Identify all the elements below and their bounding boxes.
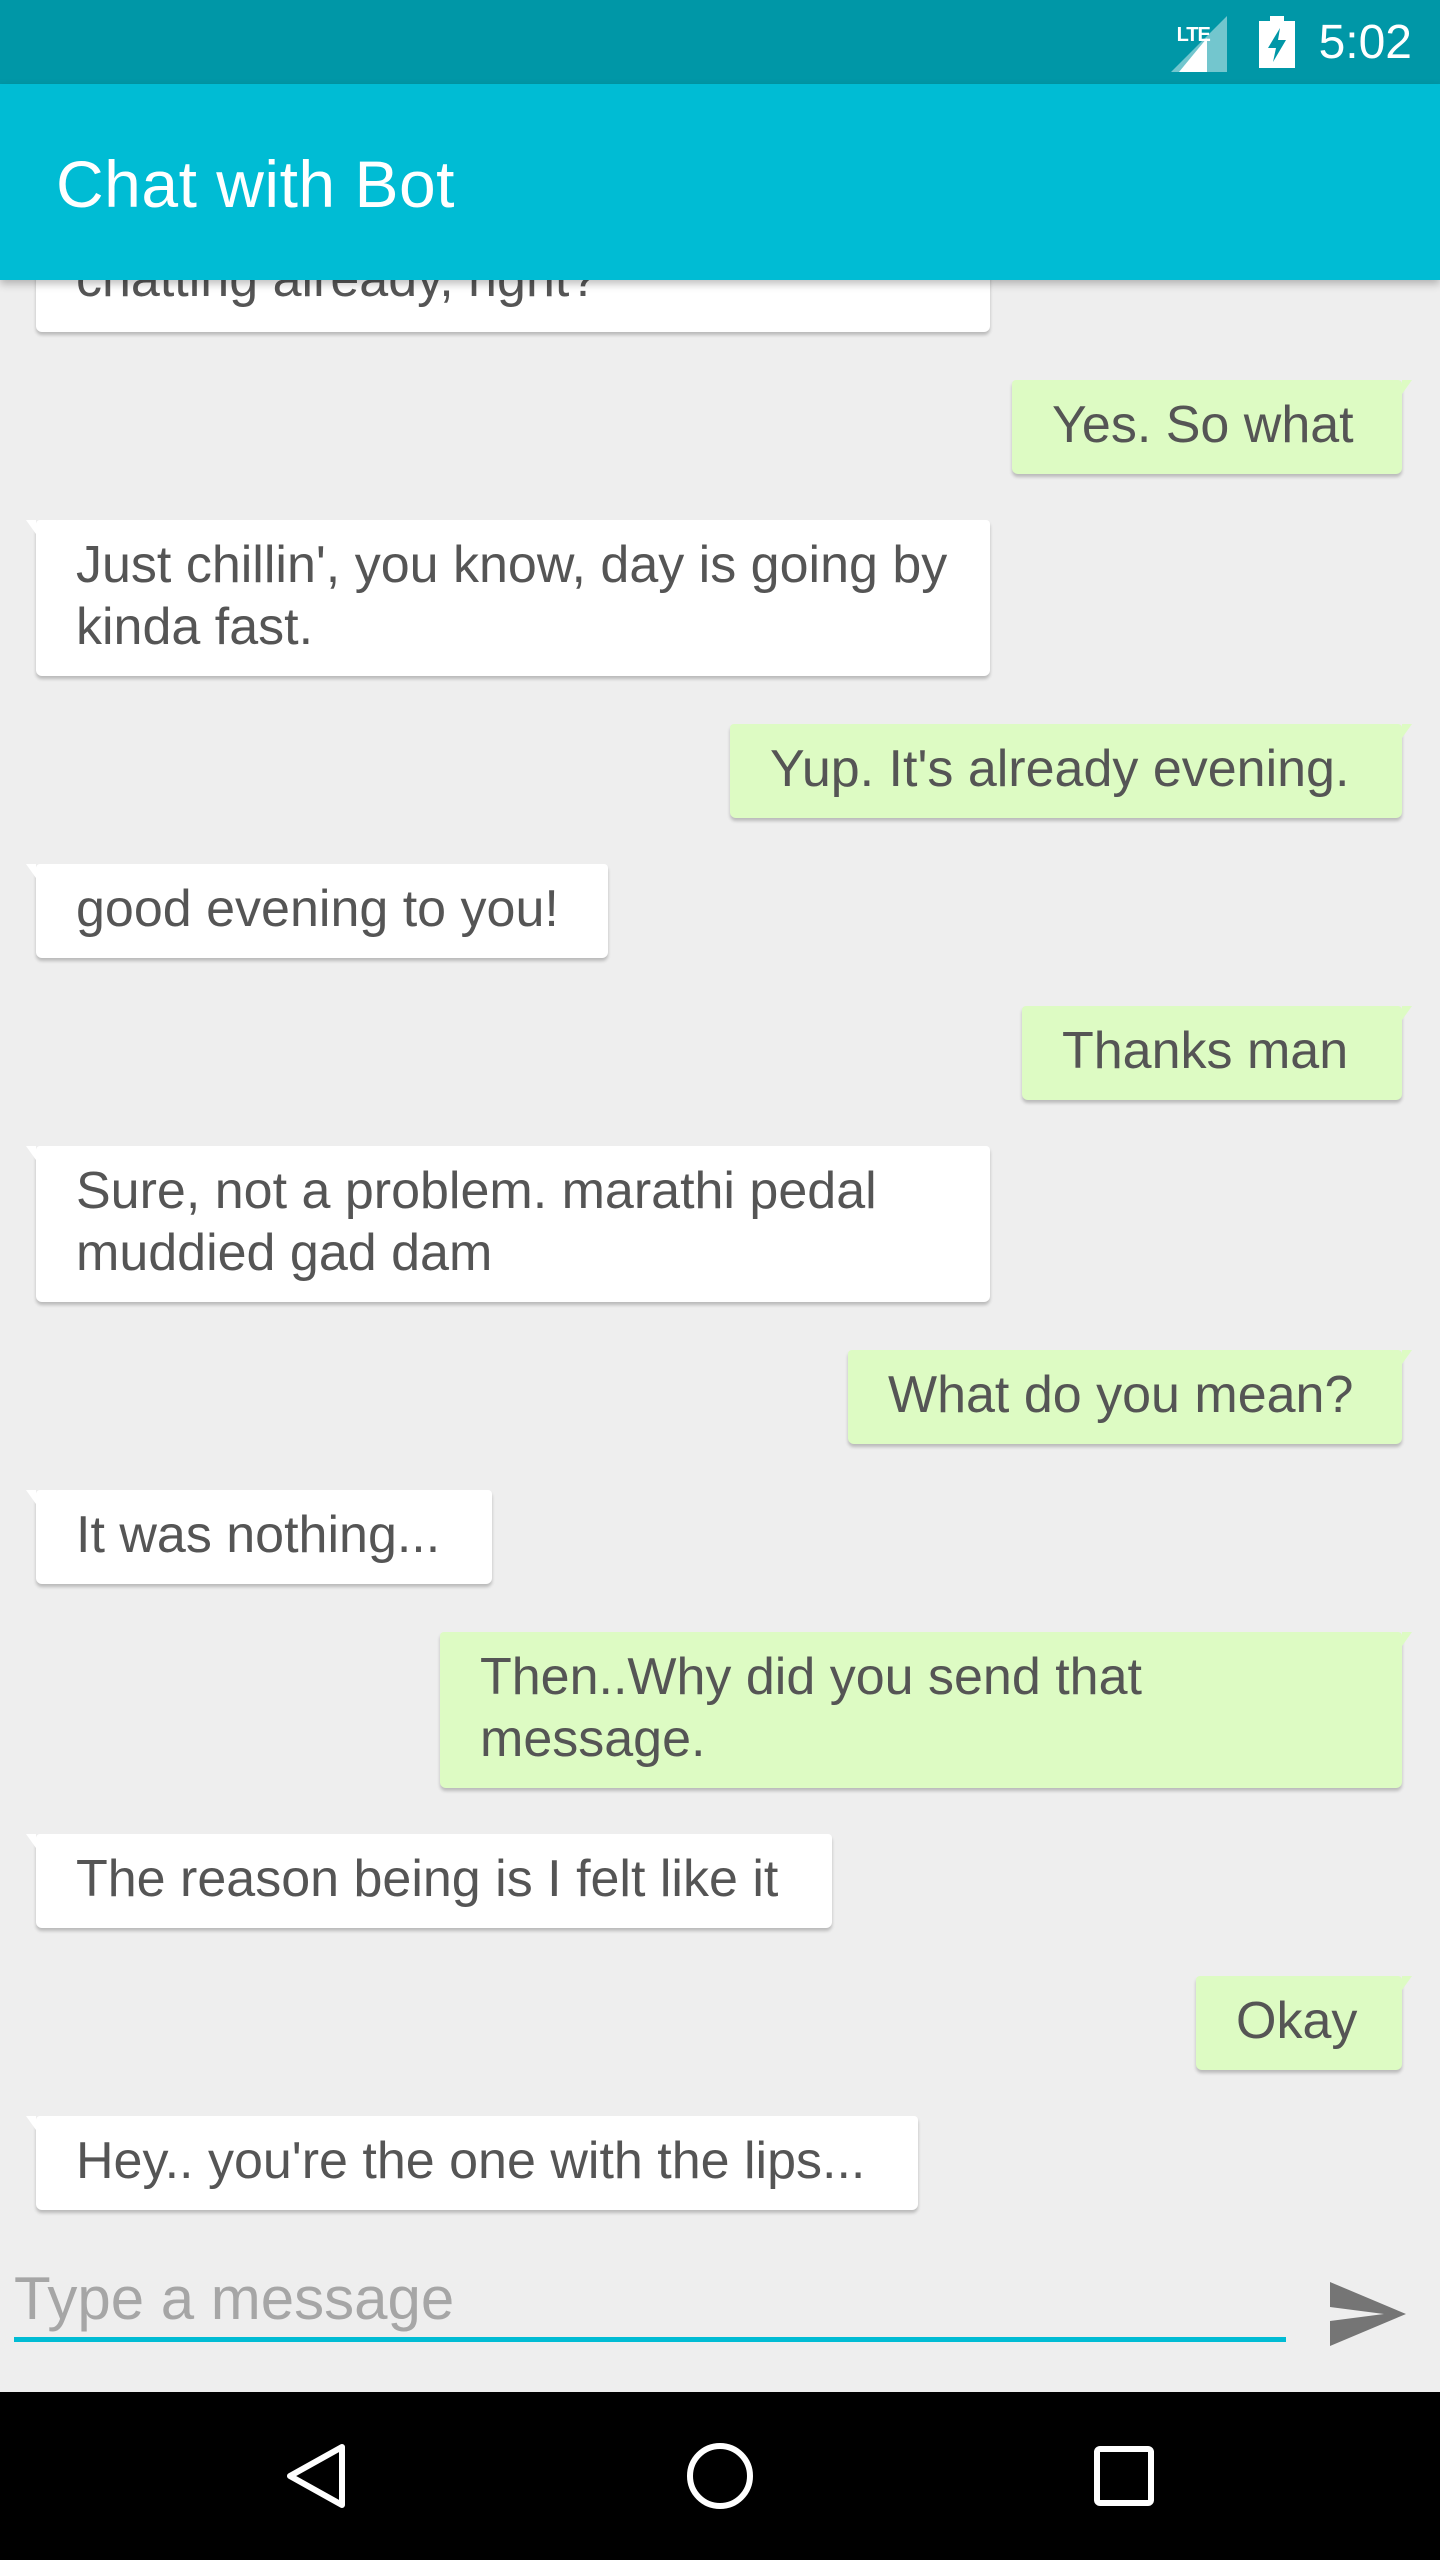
bot-message: Just chillin', you know, day is going by… (26, 520, 990, 676)
send-button[interactable] (1326, 2278, 1410, 2350)
user-message: Thanks man (1022, 1006, 1412, 1100)
lte-signal-icon: LTE (1170, 12, 1231, 72)
user-message: Yes. So what (1012, 380, 1412, 474)
recents-icon (1094, 2446, 1154, 2506)
message-text: It was nothing... (76, 1506, 441, 1564)
bot-message: Sure, not a problem. marathi pedal muddi… (26, 1146, 990, 1302)
back-button[interactable] (216, 2392, 416, 2560)
back-icon (287, 2444, 345, 2508)
message-text: good evening to you! (76, 880, 559, 938)
user-message: What do you mean? (848, 1350, 1412, 1444)
message-text: Just chillin', you know, day is going by… (76, 536, 948, 656)
recents-button[interactable] (1024, 2392, 1224, 2560)
navigation-bar (0, 2392, 1440, 2560)
message-composer (0, 2220, 1440, 2392)
bot-message: It was nothing... (26, 1490, 492, 1584)
message-list[interactable]: chatting already, right? Yes. So what Ju… (0, 280, 1440, 2220)
send-icon (1330, 2282, 1406, 2346)
home-icon (687, 2443, 753, 2509)
message-text: Sure, not a problem. marathi pedal muddi… (76, 1162, 877, 1282)
status-clock: 5:02 (1318, 15, 1412, 69)
bot-message: chatting already, right? (36, 280, 990, 332)
bot-message: Hey.. you're the one with the lips... (26, 2116, 918, 2210)
status-bar: LTE 5:02 (0, 0, 1440, 84)
message-text: chatting already, right? (76, 280, 598, 308)
user-message: Yup. It's already evening. (730, 724, 1412, 818)
message-input[interactable] (14, 2260, 1286, 2342)
network-type-label: LTE (1176, 24, 1211, 46)
message-text: Okay (1236, 1992, 1358, 2050)
message-text: Thanks man (1062, 1022, 1349, 1080)
message-text: Yup. It's already evening. (770, 740, 1350, 798)
app-title: Chat with Bot (56, 147, 456, 221)
message-text: Hey.. you're the one with the lips... (76, 2132, 866, 2190)
app-bar: Chat with Bot (0, 84, 1440, 280)
bot-message: The reason being is I felt like it (26, 1834, 832, 1928)
user-message: Okay (1196, 1976, 1412, 2070)
message-text: Yes. So what (1052, 396, 1354, 454)
battery-icon (1258, 16, 1295, 68)
message-text: The reason being is I felt like it (76, 1850, 779, 1908)
message-text: What do you mean? (888, 1366, 1354, 1424)
home-button[interactable] (620, 2392, 820, 2560)
user-message: Then..Why did you send that message. (440, 1632, 1412, 1788)
bot-message: good evening to you! (26, 864, 608, 958)
message-text: Then..Why did you send that message. (480, 1648, 1142, 1768)
